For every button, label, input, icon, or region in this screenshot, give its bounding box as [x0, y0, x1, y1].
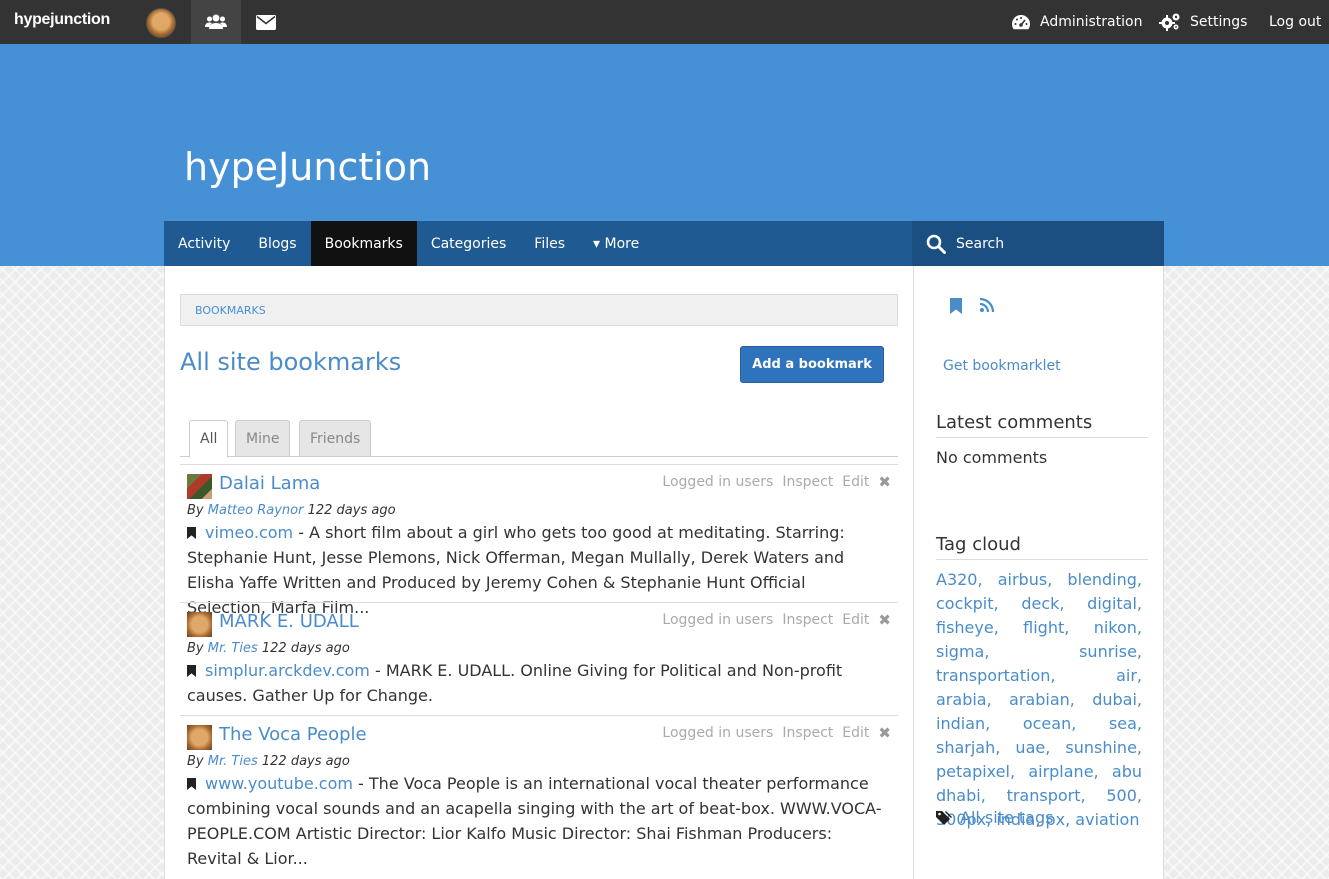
nav-item-more[interactable]: ▾ More [579, 221, 653, 266]
nav-item-files[interactable]: Files [520, 221, 579, 266]
item-thumbnail[interactable] [187, 474, 212, 499]
bookmark-icon[interactable] [950, 298, 962, 314]
nav-item-blogs[interactable]: Blogs [244, 221, 310, 266]
latest-comments-title: Latest comments [936, 412, 1148, 438]
item-byline: By Mr. Ties 122 days ago [187, 641, 350, 656]
breadcrumb: BOOKMARKS [180, 294, 898, 326]
item-url[interactable]: vimeo.com [205, 523, 293, 542]
friends-icon[interactable] [191, 0, 241, 44]
nav-item-bookmarks[interactable]: Bookmarks [310, 221, 417, 266]
logout-link[interactable]: Log out [1269, 0, 1321, 44]
nav-item-activity[interactable]: Activity [164, 221, 244, 266]
author-link[interactable]: Mr. Ties [208, 754, 258, 769]
sidebar-icons [950, 298, 994, 314]
search-label: Search [956, 235, 1005, 252]
logout-label: Log out [1269, 14, 1322, 30]
gears-icon [1159, 13, 1180, 31]
item-byline: By Matteo Raynor 122 days ago [187, 503, 396, 518]
author-link[interactable]: Matteo Raynor [208, 503, 304, 518]
item-time: 122 days ago [307, 503, 396, 518]
no-comments-text: No comments [936, 448, 1048, 467]
search-button[interactable]: Search [912, 221, 1164, 266]
main-nav: Activity Blogs Bookmarks Categories File… [164, 221, 912, 266]
item-thumbnail[interactable] [187, 612, 212, 637]
site-logo[interactable]: hypejunction [14, 11, 110, 29]
administration-link[interactable]: Administration [1011, 0, 1142, 44]
inspect-link[interactable]: Inspect [782, 474, 833, 490]
administration-label: Administration [1040, 14, 1143, 30]
list-item: Dalai Lama Logged in users Inspect Edit … [180, 464, 898, 617]
item-actions: Logged in users Inspect Edit ✖ [662, 611, 891, 629]
item-time: 122 days ago [261, 754, 350, 769]
edit-link[interactable]: Edit [842, 612, 869, 628]
inspect-link[interactable]: Inspect [782, 725, 833, 741]
rss-icon[interactable] [980, 298, 994, 312]
item-time: 122 days ago [261, 641, 350, 656]
delete-icon[interactable]: ✖ [878, 724, 891, 742]
main-content: BOOKMARKS All site bookmarks Add a bookm… [164, 266, 913, 879]
item-title[interactable]: The Voca People [219, 724, 367, 745]
item-url[interactable]: www.youtube.com [205, 774, 353, 793]
list-item: MARK E. UDALL Logged in users Inspect Ed… [180, 602, 898, 715]
settings-label: Settings [1190, 14, 1248, 30]
get-bookmarklet-link[interactable]: Get bookmarklet [943, 358, 1061, 374]
access-level[interactable]: Logged in users [662, 474, 773, 490]
dashboard-icon [1012, 15, 1031, 30]
item-title[interactable]: Dalai Lama [219, 473, 320, 494]
item-url[interactable]: simplur.arckdev.com [205, 661, 370, 680]
settings-link[interactable]: Settings [1159, 0, 1247, 44]
sidebar: Get bookmarklet Latest comments No comme… [913, 266, 1164, 879]
page-title: All site bookmarks [180, 348, 402, 376]
bookmark-icon [187, 778, 196, 790]
item-thumbnail[interactable] [187, 725, 212, 750]
item-description: simplur.arckdev.com - MARK E. UDALL. Onl… [187, 658, 887, 708]
all-site-tags-label: All site tags [960, 808, 1054, 827]
topbar: hypejunction Administration Settings Log… [0, 0, 1329, 44]
filter-tabs: All Mine Friends [180, 419, 898, 458]
bookmark-icon [187, 527, 196, 539]
by-label: By [187, 754, 204, 769]
tag-cloud-title: Tag cloud [936, 534, 1148, 560]
all-site-tags-link[interactable]: All site tags [936, 808, 1053, 827]
item-byline: By Mr. Ties 122 days ago [187, 754, 350, 769]
access-level[interactable]: Logged in users [662, 725, 773, 741]
by-label: By [187, 503, 204, 518]
delete-icon[interactable]: ✖ [878, 473, 891, 491]
item-actions: Logged in users Inspect Edit ✖ [662, 724, 891, 742]
breadcrumb-bookmarks[interactable]: BOOKMARKS [195, 304, 266, 317]
add-bookmark-button[interactable]: Add a bookmark [740, 346, 884, 383]
edit-link[interactable]: Edit [842, 474, 869, 490]
site-title[interactable]: hypeJunction [184, 145, 431, 189]
list-item: The Voca People Logged in users Inspect … [180, 715, 898, 879]
tab-friends[interactable]: Friends [299, 420, 372, 457]
tag-cloud[interactable]: A320, airbus, blending, cockpit, deck, d… [936, 568, 1142, 832]
access-level[interactable]: Logged in users [662, 612, 773, 628]
bookmark-icon [187, 665, 196, 677]
search-icon [926, 234, 946, 254]
tag-icon [936, 810, 952, 825]
inspect-link[interactable]: Inspect [782, 612, 833, 628]
item-description: www.youtube.com - The Voca People is an … [187, 771, 887, 871]
item-title[interactable]: MARK E. UDALL [219, 611, 359, 632]
by-label: By [187, 641, 204, 656]
item-actions: Logged in users Inspect Edit ✖ [662, 473, 891, 491]
tab-all[interactable]: All [189, 420, 229, 458]
tab-mine[interactable]: Mine [235, 420, 291, 457]
nav-item-categories[interactable]: Categories [417, 221, 520, 266]
edit-link[interactable]: Edit [842, 725, 869, 741]
user-avatar[interactable] [146, 8, 176, 38]
delete-icon[interactable]: ✖ [878, 611, 891, 629]
messages-icon[interactable] [241, 0, 291, 44]
author-link[interactable]: Mr. Ties [208, 641, 258, 656]
